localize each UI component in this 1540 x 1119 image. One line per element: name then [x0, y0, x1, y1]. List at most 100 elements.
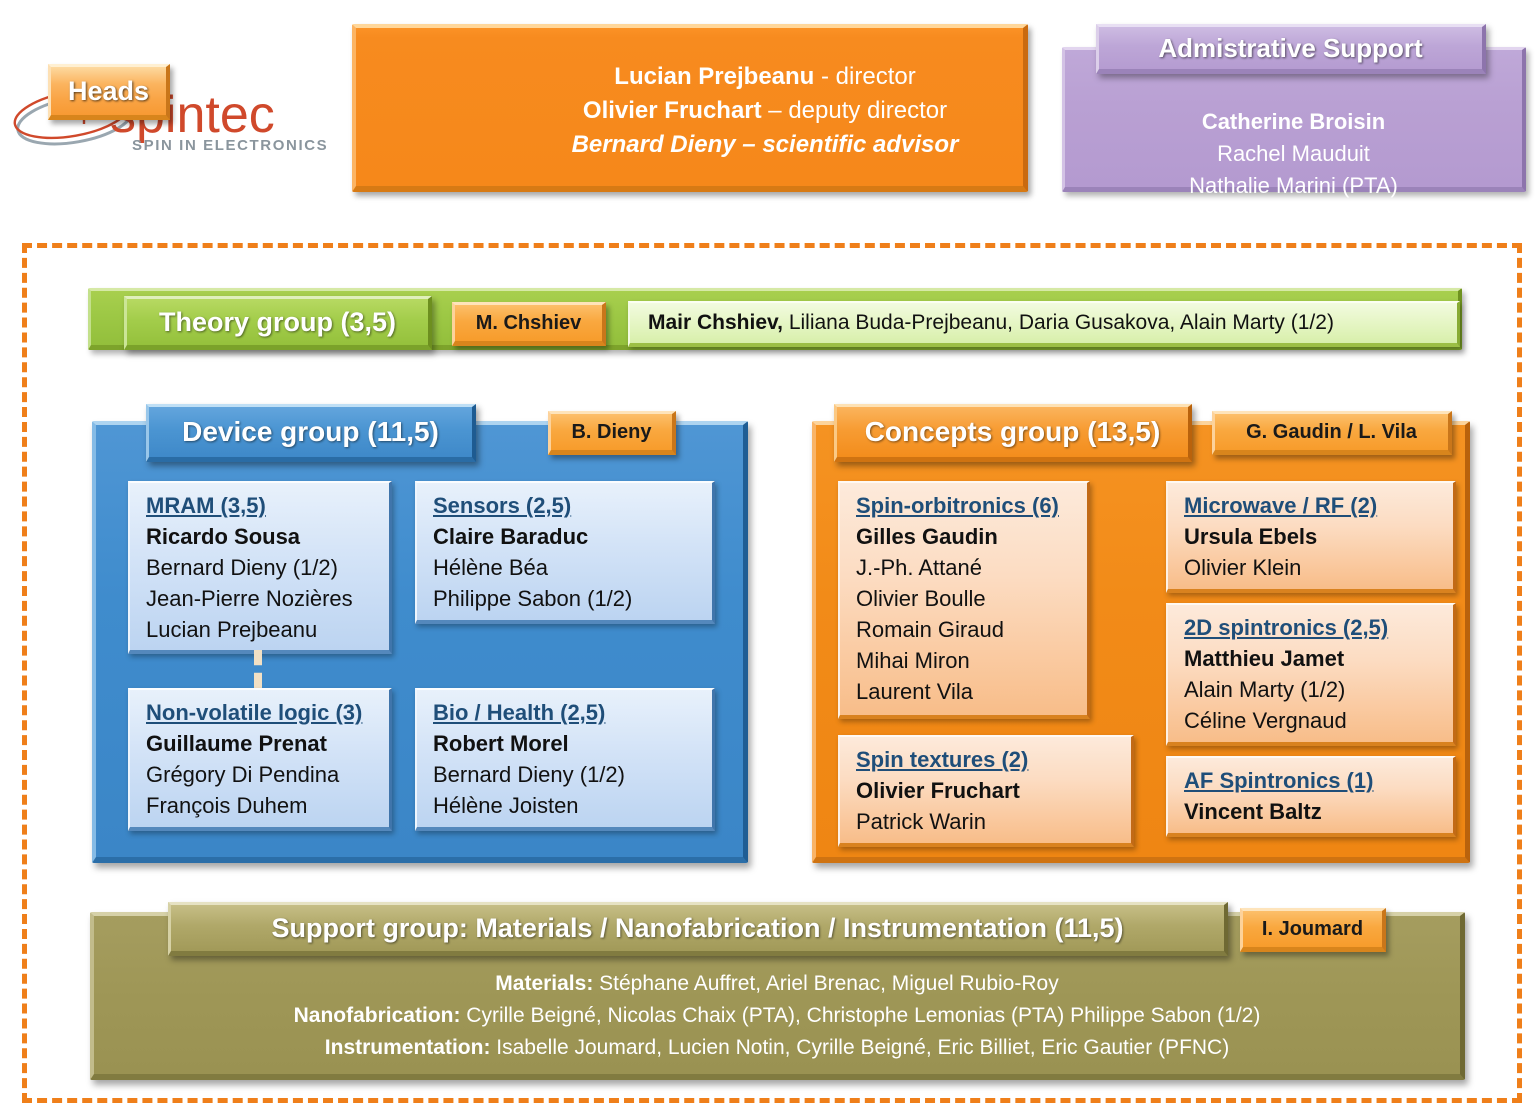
device-group-leader-label: B. Dieny	[571, 420, 652, 443]
heads-sep-0: -	[814, 63, 836, 90]
subgroup-microwave-title: Microwave / RF (2)	[1184, 493, 1378, 518]
subgroup-2d-member-1: Céline Vergnaud	[1184, 708, 1347, 733]
support-label-materials: Materials:	[495, 972, 594, 995]
subgroup-spinorb-member-3: Mihai Miron	[856, 648, 970, 673]
subgroup-af-spintronics: AF Spintronics (1) Vincent Baltz	[1166, 756, 1456, 837]
support-label-instrumentation: Instrumentation:	[324, 1036, 491, 1059]
subgroup-mram-lead: Ricardo Sousa	[146, 524, 301, 549]
theory-group-title: Theory group (3,5)	[124, 296, 432, 350]
support-group-title-label: Support group: Materials / Nanofabricati…	[271, 912, 1124, 943]
support-line-nanofabrication: Nanofabrication: Cyrille Beigné, Nicolas…	[94, 1000, 1460, 1032]
concepts-group-leader-tag: G. Gaudin / L. Vila	[1212, 411, 1452, 455]
concepts-group-title: Concepts group (13,5)	[834, 404, 1192, 462]
support-group-title: Support group: Materials / Nanofabricati…	[168, 902, 1228, 956]
admin-member-2: Nathalie Marini (PTA)	[1189, 173, 1398, 198]
subgroup-sensors-title: Sensors (2,5)	[433, 493, 572, 518]
support-label-nanofabrication: Nanofabrication:	[293, 1004, 461, 1027]
subgroup-sensors: Sensors (2,5) Claire Baraduc Hélène Béa …	[415, 481, 715, 624]
subgroup-sensors-lead: Claire Baraduc	[433, 524, 589, 549]
subgroup-bio-member-1: Hélène Joisten	[433, 793, 579, 818]
heads-role-1: deputy director	[788, 97, 948, 124]
support-people-materials: Stéphane Auffret, Ariel Brenac, Miguel R…	[593, 972, 1059, 995]
org-chart-canvas: spintec SPIN IN ELECTRONICS Lucian Prejb…	[0, 0, 1540, 1119]
subgroup-spinorb-member-0: J.-Ph. Attané	[856, 555, 982, 580]
subgroup-logic-member-0: Grégory Di Pendina	[146, 762, 340, 787]
subgroup-spinorb-member-4: Laurent Vila	[856, 679, 974, 704]
subgroup-spinorb-lead: Gilles Gaudin	[856, 524, 998, 549]
theory-members-rest: Liliana Buda-Prejbeanu, Daria Gusakova, …	[782, 311, 1334, 334]
subgroup-microwave-lead: Ursula Ebels	[1184, 524, 1318, 549]
support-group-members: Materials: Stéphane Auffret, Ariel Brena…	[94, 968, 1460, 1064]
subgroup-spinorb-member-2: Romain Giraud	[856, 617, 1004, 642]
admin-member-0: Catherine Broisin	[1201, 109, 1386, 134]
subgroup-non-volatile-logic: Non-volatile logic (3) Guillaume Prenat …	[128, 688, 392, 831]
subgroup-bio-lead: Robert Morel	[433, 731, 569, 756]
subgroup-spinorb-title: Spin-orbitronics (6)	[856, 493, 1059, 518]
support-people-instrumentation: Isabelle Joumard, Lucien Notin, Cyrille …	[490, 1036, 1230, 1059]
heads-name-0: Lucian Prejbeanu	[614, 63, 815, 90]
heads-role-0: director	[835, 63, 916, 90]
concepts-group-leader-label: G. Gaudin / L. Vila	[1246, 420, 1417, 443]
support-people-nanofabrication: Cyrille Beigné, Nicolas Chaix (PTA), Chr…	[460, 1004, 1261, 1027]
concepts-group-title-label: Concepts group (13,5)	[864, 416, 1161, 447]
subgroup-af-lead: Vincent Baltz	[1184, 799, 1322, 824]
subgroup-spin-orbitronics: Spin-orbitronics (6) Gilles Gaudin J.-Ph…	[838, 481, 1090, 719]
device-group-title-label: Device group (11,5)	[182, 416, 439, 447]
subgroup-spinorb-member-1: Olivier Boulle	[856, 586, 986, 611]
subgroup-logic-title: Non-volatile logic (3)	[146, 700, 363, 725]
theory-group-members-box: Mair Chshiev, Liliana Buda-Prejbeanu, Da…	[628, 301, 1460, 347]
administrative-support-members: Catherine Broisin Rachel Mauduit Nathali…	[1065, 106, 1522, 202]
subgroup-mram-member-0: Bernard Dieny (1/2)	[146, 555, 338, 580]
support-line-materials: Materials: Stéphane Auffret, Ariel Brena…	[94, 968, 1460, 1000]
subgroup-spin-textures: Spin textures (2) Olivier Fruchart Patri…	[838, 735, 1134, 847]
subgroup-textures-member-0: Patrick Warin	[856, 809, 986, 834]
subgroup-2d-title: 2D spintronics (2,5)	[1184, 615, 1389, 640]
heads-line-advisor: Bernard Dieny – scientific advisor	[525, 128, 1005, 162]
subgroup-logic-lead: Guillaume Prenat	[146, 731, 327, 756]
theory-group-members-text: Mair Chshiev, Liliana Buda-Prejbeanu, Da…	[648, 311, 1334, 335]
heads-sep-2: –	[735, 131, 763, 158]
theory-members-lead: Mair Chshiev,	[648, 311, 783, 334]
heads-people-list: Lucian Prejbeanu - director Olivier Fruc…	[525, 60, 1005, 162]
svg-text:SPIN IN ELECTRONICS: SPIN IN ELECTRONICS	[132, 137, 328, 154]
subgroup-bio-member-0: Bernard Dieny (1/2)	[433, 762, 625, 787]
subgroup-mram-member-1: Jean-Pierre Nozières	[146, 586, 353, 611]
heads-tag-label: Heads	[67, 75, 150, 106]
heads-tag: Heads	[48, 64, 170, 120]
subgroup-af-title: AF Spintronics (1)	[1184, 768, 1374, 793]
heads-name-1: Olivier Fruchart	[582, 97, 762, 124]
subgroup-sensors-member-1: Philippe Sabon (1/2)	[433, 586, 633, 611]
subgroup-bio-title: Bio / Health (2,5)	[433, 700, 606, 725]
subgroup-2d-member-0: Alain Marty (1/2)	[1184, 677, 1346, 702]
subgroup-logic-member-1: François Duhem	[146, 793, 308, 818]
support-group-leader-tag: I. Joumard	[1240, 908, 1386, 952]
admin-member-1: Rachel Mauduit	[1217, 141, 1370, 166]
heads-name-2: Bernard Dieny	[571, 131, 736, 158]
heads-sep-1: –	[761, 97, 789, 124]
administrative-support-title: Admistrative Support	[1096, 24, 1486, 74]
theory-group-leader-label: M. Chshiev	[475, 311, 582, 334]
subgroup-mram: MRAM (3,5) Ricardo Sousa Bernard Dieny (…	[128, 481, 392, 654]
mram-to-logic-connector	[254, 650, 262, 688]
subgroup-textures-title: Spin textures (2)	[856, 747, 1029, 772]
subgroup-2d-spintronics: 2D spintronics (2,5) Matthieu Jamet Alai…	[1166, 603, 1456, 746]
theory-group-leader-tag: M. Chshiev	[452, 302, 606, 346]
subgroup-microwave-member-0: Olivier Klein	[1184, 555, 1302, 580]
heads-line-director: Lucian Prejbeanu - director	[525, 60, 1005, 94]
support-group-leader-label: I. Joumard	[1261, 917, 1364, 940]
subgroup-microwave-rf: Microwave / RF (2) Ursula Ebels Olivier …	[1166, 481, 1456, 593]
subgroup-sensors-member-0: Hélène Béa	[433, 555, 548, 580]
device-group-leader-tag: B. Dieny	[548, 411, 676, 455]
heads-panel: Lucian Prejbeanu - director Olivier Fruc…	[352, 24, 1028, 192]
support-line-instrumentation: Instrumentation: Isabelle Joumard, Lucie…	[94, 1032, 1460, 1064]
subgroup-bio-health: Bio / Health (2,5) Robert Morel Bernard …	[415, 688, 715, 831]
subgroup-2d-lead: Matthieu Jamet	[1184, 646, 1345, 671]
heads-line-deputy: Olivier Fruchart – deputy director	[525, 94, 1005, 128]
subgroup-textures-lead: Olivier Fruchart	[856, 778, 1020, 803]
subgroup-mram-title: MRAM (3,5)	[146, 493, 266, 518]
heads-role-2: scientific advisor	[762, 131, 959, 158]
subgroup-mram-member-2: Lucian Prejbeanu	[146, 617, 318, 642]
administrative-support-title-label: Admistrative Support	[1158, 32, 1423, 63]
device-group-title: Device group (11,5)	[146, 404, 476, 462]
theory-group-title-label: Theory group (3,5)	[158, 306, 396, 337]
